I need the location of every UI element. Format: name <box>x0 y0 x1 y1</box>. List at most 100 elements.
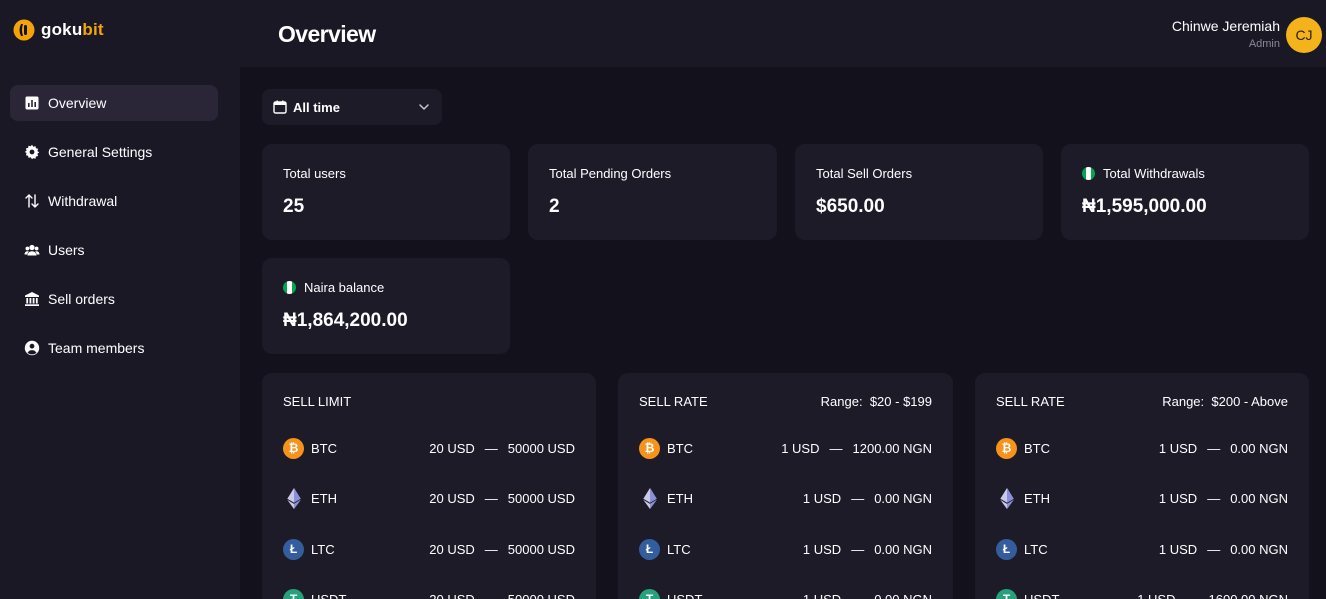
rate-row-btc: ₿ BTC 1 USD —1200.00 NGN <box>639 437 932 459</box>
range-text: Range: $200 - Above <box>1162 394 1288 409</box>
coin-label: ETH <box>1024 490 1050 506</box>
stat-card-withdrawals: Total Withdrawals ₦1,595,000.00 <box>1061 144 1309 240</box>
arrows-updown-icon <box>25 194 39 208</box>
stat-value: $650.00 <box>816 196 885 217</box>
rate-row-eth: ETH 1 USD —0.00 NGN <box>996 487 1288 509</box>
coin-label: LTC <box>311 541 335 557</box>
rate-value: 1 USD —0.00 NGN <box>802 591 932 599</box>
sidebar-item-withdrawal[interactable]: Withdrawal <box>10 183 218 219</box>
rate-row-usdt: T USDT 1 USD —1600.00 NGN <box>996 588 1288 599</box>
ltc-icon: Ł <box>639 538 660 560</box>
gokubit-logo-icon <box>13 19 35 41</box>
range-text: Range: $20 - $199 <box>820 394 932 409</box>
card-title: SELL RATE <box>639 394 708 409</box>
coin-label: ETH <box>311 490 337 506</box>
sell-limit-card: SELL LIMIT ₿ BTC 20 USD —50000 USD ETH 20 USD… <box>262 373 596 599</box>
gear-icon <box>24 144 40 160</box>
rate-value: 1 USD —1600.00 NGN <box>1137 591 1288 599</box>
coin-label: LTC <box>1024 541 1048 557</box>
sidebar-item-general-settings[interactable]: General Settings <box>10 134 218 170</box>
card-title: SELL RATE <box>996 394 1065 409</box>
sidebar-item-label: Withdrawal <box>48 193 118 209</box>
usdt-icon: T <box>996 588 1017 599</box>
rate-value: 20 USD —50000 USD <box>429 591 575 599</box>
btc-icon: ₿ <box>996 437 1017 459</box>
eth-icon <box>639 487 660 509</box>
calendar-icon <box>273 100 287 114</box>
rate-row-ltc: Ł LTC 20 USD —50000 USD <box>283 538 575 560</box>
stat-value: 25 <box>283 196 305 217</box>
sidebar-item-team-members[interactable]: Team members <box>10 330 218 366</box>
stat-label: Naira balance <box>283 280 384 295</box>
btc-icon: ₿ <box>283 437 304 459</box>
sidebar-item-label: General Settings <box>48 144 153 160</box>
usdt-icon: T <box>639 588 660 599</box>
rate-row-btc: ₿ BTC 20 USD —50000 USD <box>283 437 575 459</box>
coin-label: BTC <box>311 440 337 456</box>
user-circle-icon <box>24 340 40 356</box>
brand-name: gokubit <box>41 20 104 39</box>
sidebar-item-users[interactable]: Users <box>10 232 218 268</box>
eth-icon <box>283 487 304 509</box>
coin-label: USDT <box>667 591 703 599</box>
user-role: Admin <box>1248 38 1280 50</box>
rate-row-ltc: Ł LTC 1 USD —0.00 NGN <box>996 538 1288 560</box>
eth-icon <box>996 487 1017 509</box>
nigeria-flag-icon <box>283 281 296 294</box>
brand-logo[interactable]: gokubit <box>13 18 104 42</box>
rate-row-usdt: T USDT 20 USD —50000 USD <box>283 588 575 599</box>
date-range-select[interactable]: All time <box>262 89 442 125</box>
user-name: Chinwe Jeremiah <box>1171 18 1280 34</box>
stat-value: ₦1,864,200.00 <box>283 310 408 331</box>
card-title: SELL LIMIT <box>283 394 352 409</box>
rate-value: 20 USD —50000 USD <box>429 541 575 557</box>
stat-label: Total users <box>283 166 346 181</box>
ltc-icon: Ł <box>996 538 1017 560</box>
coin-label: BTC <box>1024 440 1050 456</box>
page-title: Overview <box>278 21 376 47</box>
btc-icon: ₿ <box>639 437 660 459</box>
sell-rate-card-low: SELL RATE Range: $20 - $199 ₿ BTC 1 USD —12… <box>618 373 953 599</box>
coin-label: ETH <box>667 490 693 506</box>
sidebar-item-label: Overview <box>48 95 107 111</box>
users-icon <box>24 244 40 256</box>
avatar[interactable]: CJ <box>1286 17 1322 53</box>
stat-label: Total Sell Orders <box>816 166 913 181</box>
sidebar-item-label: Sell orders <box>48 291 115 307</box>
stat-label: Total Pending Orders <box>549 166 672 181</box>
rate-value: 20 USD —50000 USD <box>429 490 575 506</box>
rate-row-usdt: T USDT 1 USD —0.00 NGN <box>639 588 932 599</box>
stat-card-total-users: Total users 25 <box>262 144 510 240</box>
date-range-value: All time <box>293 99 340 115</box>
coin-label: USDT <box>311 591 347 599</box>
nigeria-flag-icon <box>1082 167 1095 180</box>
bank-icon <box>25 292 39 306</box>
rate-value: 1 USD —0.00 NGN <box>1158 490 1288 506</box>
rate-value: 1 USD —1200.00 NGN <box>781 440 932 456</box>
coin-label: USDT <box>1024 591 1060 599</box>
top-header: Overview Chinwe Jeremiah Admin CJ <box>240 0 1326 67</box>
stat-card-sell-orders: Total Sell Orders $650.00 <box>795 144 1043 240</box>
sidebar-nav: Overview General Settings Withdrawal Use… <box>10 85 218 379</box>
rate-value: 20 USD —50000 USD <box>429 440 575 456</box>
user-info[interactable]: Chinwe Jeremiah Admin <box>1172 18 1280 50</box>
sidebar-item-label: Users <box>48 242 85 258</box>
coin-label: BTC <box>667 440 693 456</box>
stat-card-pending-orders: Total Pending Orders 2 <box>528 144 777 240</box>
rate-row-btc: ₿ BTC 1 USD —0.00 NGN <box>996 437 1288 459</box>
ltc-icon: Ł <box>283 538 304 560</box>
sidebar: gokubit Overview General Settings Withdr… <box>0 0 240 599</box>
rate-value: 1 USD —0.00 NGN <box>1158 440 1288 456</box>
rate-value: 1 USD —0.00 NGN <box>802 490 932 506</box>
sell-rate-card-high: SELL RATE Range: $200 - Above ₿ BTC 1 USD —… <box>975 373 1309 599</box>
coin-label: LTC <box>667 541 691 557</box>
stat-value: ₦1,595,000.00 <box>1082 196 1207 217</box>
usdt-icon: T <box>283 588 304 599</box>
sidebar-item-label: Team members <box>48 340 145 356</box>
sidebar-item-overview[interactable]: Overview <box>10 85 218 121</box>
stat-value: 2 <box>549 196 560 217</box>
rate-row-eth: ETH 1 USD —0.00 NGN <box>639 487 932 509</box>
sidebar-item-sell-orders[interactable]: Sell orders <box>10 281 218 317</box>
rate-value: 1 USD —0.00 NGN <box>1158 541 1288 557</box>
rate-row-eth: ETH 20 USD —50000 USD <box>283 487 575 509</box>
